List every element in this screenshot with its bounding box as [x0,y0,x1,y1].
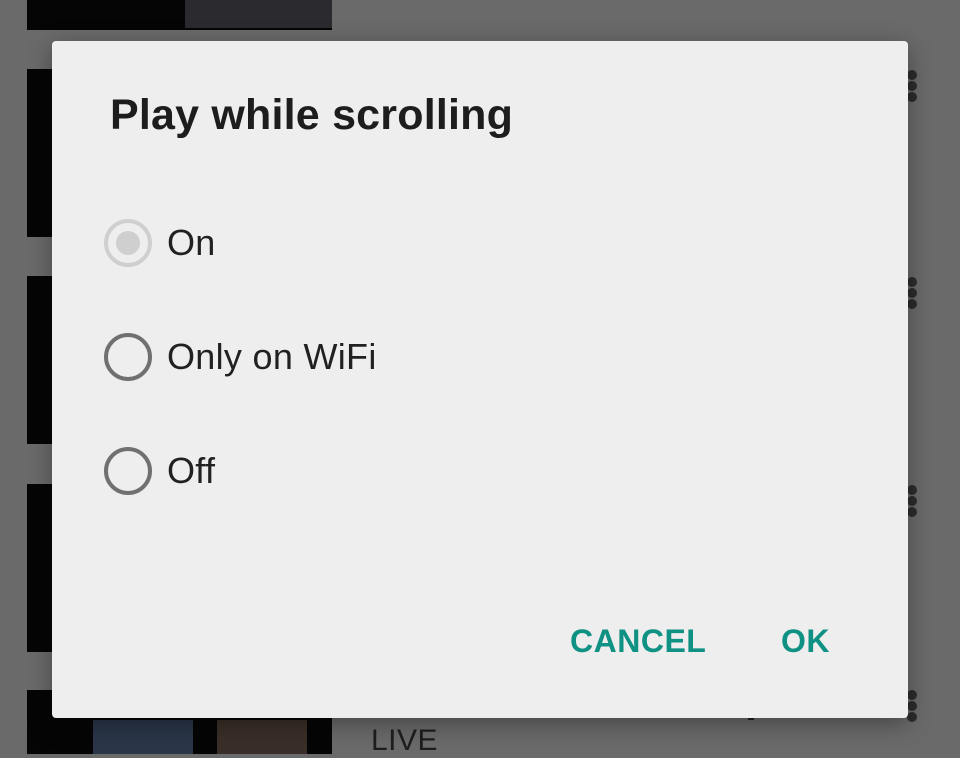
play-while-scrolling-dialog: Play while scrolling On Only on WiFi Off… [52,41,908,718]
option-only-on-wifi[interactable]: Only on WiFi [104,332,377,382]
cancel-button[interactable]: CANCEL [570,623,706,660]
option-label: Only on WiFi [167,336,377,377]
option-on[interactable]: On [104,218,216,268]
video-thumbnail [27,0,332,30]
radio-unselected-icon[interactable] [104,333,152,381]
option-label: On [167,222,216,263]
ok-button[interactable]: OK [781,623,830,660]
more-vert-icon[interactable] [907,485,919,518]
option-off[interactable]: Off [104,446,215,496]
radio-unselected-icon[interactable] [104,447,152,495]
more-vert-icon[interactable] [907,70,919,103]
radio-selected-icon[interactable] [104,219,152,267]
option-label: Off [167,450,216,491]
more-vert-icon[interactable] [907,277,919,310]
dialog-title: Play while scrolling [110,91,514,139]
more-vert-icon[interactable] [907,690,919,723]
live-label: LIVE [371,724,439,757]
